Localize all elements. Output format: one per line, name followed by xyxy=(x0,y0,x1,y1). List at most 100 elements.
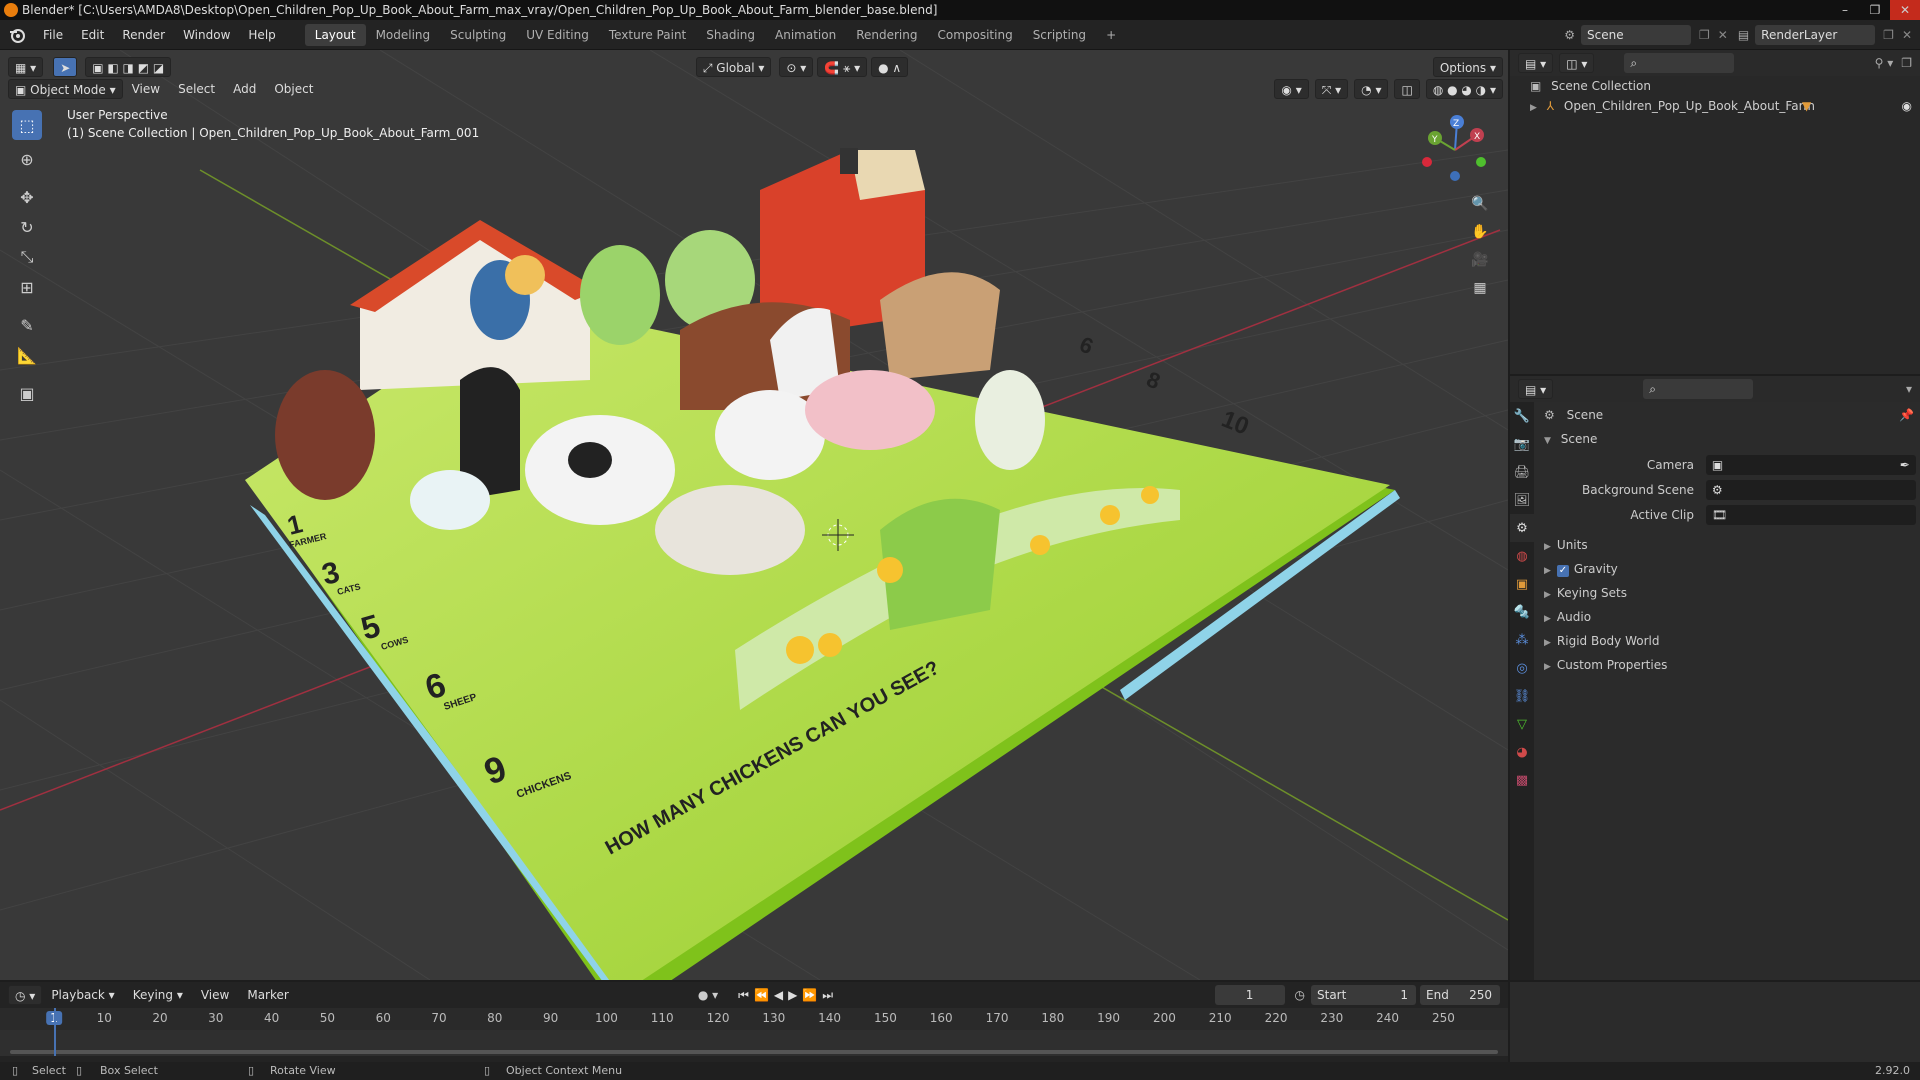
data-tab-icon[interactable]: ▽ xyxy=(1510,710,1534,738)
menu-file[interactable]: File xyxy=(34,20,72,50)
keying-sets-panel[interactable]: ▶ Keying Sets xyxy=(1544,582,1914,604)
timeline-scrollbar[interactable] xyxy=(10,1050,1498,1054)
active-clip-field[interactable]: 🎞 xyxy=(1705,505,1916,525)
outliner-row-scene-collection[interactable]: ▣ Scene Collection xyxy=(1510,76,1920,96)
properties-search-input[interactable]: ⌕ xyxy=(1643,379,1754,399)
scene-selector[interactable]: Scene xyxy=(1581,25,1691,45)
camera-view-icon[interactable]: 🎥 xyxy=(1467,246,1493,274)
timeline-menu-view[interactable]: View xyxy=(192,982,238,1008)
record-button[interactable]: ● ▾ xyxy=(698,988,718,1002)
xray-toggle[interactable]: ◫ xyxy=(1394,79,1420,99)
delete-scene-icon[interactable]: ✕ xyxy=(1718,28,1728,42)
workspace-tab-layout[interactable]: Layout xyxy=(304,23,366,46)
expand-arrow-icon[interactable]: ▶ xyxy=(1544,662,1551,672)
menu-edit[interactable]: Edit xyxy=(72,20,113,50)
object-tab-icon[interactable]: ▣ xyxy=(1510,570,1534,598)
eyedropper-icon[interactable]: ✒ xyxy=(1900,455,1910,475)
viewport-menu-add[interactable]: Add xyxy=(224,77,265,101)
custom-properties-panel[interactable]: ▶ Custom Properties xyxy=(1544,654,1914,676)
preview-range-icon[interactable]: ◷ xyxy=(1295,988,1305,1002)
audio-panel[interactable]: ▶ Audio xyxy=(1544,606,1914,628)
tool-tab-icon[interactable]: 🔧 xyxy=(1510,402,1534,430)
filter-icon[interactable]: ⚲ ▾ xyxy=(1875,56,1894,70)
viewport-menu-view[interactable]: View xyxy=(123,77,169,101)
proportional-edit-button[interactable]: ● ∧ xyxy=(871,57,909,77)
timeline-menu-marker[interactable]: Marker xyxy=(238,982,297,1008)
properties-editor-type[interactable]: ▤ ▾ xyxy=(1518,379,1554,399)
3d-viewport[interactable]: HOW MANY CHICKENS CAN YOU SEE? 1 FARMER … xyxy=(0,50,1508,980)
transform-tool[interactable]: ⊞ xyxy=(12,272,42,302)
expand-arrow-icon[interactable]: ▶ xyxy=(1544,614,1551,624)
physics-tab-icon[interactable]: ◎ xyxy=(1510,654,1534,682)
visibility-dropdown[interactable]: ◉ ▾ xyxy=(1274,79,1309,99)
scene-panel-header[interactable]: ▼ Scene xyxy=(1544,428,1914,450)
navigation-gizmo[interactable]: Z Y X xyxy=(1415,110,1495,190)
timeline-editor-type[interactable]: ◷ ▾ xyxy=(8,985,43,1005)
render-tab-icon[interactable]: 📷 xyxy=(1510,430,1534,458)
shading-mode-buttons[interactable]: ◍ ● ◕ ◑ ▾ xyxy=(1425,79,1503,99)
menu-help[interactable]: Help xyxy=(239,20,284,50)
workspace-tab-animation[interactable]: Animation xyxy=(765,24,846,46)
zoom-icon[interactable]: 🔍 xyxy=(1467,190,1493,218)
add-cube-tool[interactable]: ▣ xyxy=(12,378,42,408)
workspace-tab-scripting[interactable]: Scripting xyxy=(1023,24,1096,46)
pin-icon[interactable]: 📌 xyxy=(1899,404,1914,426)
output-tab-icon[interactable]: 🖨 xyxy=(1510,458,1534,486)
rigid-body-world-panel[interactable]: ▶ Rigid Body World xyxy=(1544,630,1914,652)
material-tab-icon[interactable]: ◕ xyxy=(1510,738,1534,766)
new-scene-icon[interactable]: ❐ xyxy=(1699,28,1710,42)
workspace-tab-uv-editing[interactable]: UV Editing xyxy=(516,24,599,46)
timeline-track-area[interactable] xyxy=(0,1030,1508,1056)
texture-tab-icon[interactable]: ▩ xyxy=(1510,766,1534,794)
scene-tab-icon[interactable]: ⚙ xyxy=(1510,514,1534,542)
outliner-display-mode[interactable]: ◫ ▾ xyxy=(1559,53,1595,73)
viewport-menu-object[interactable]: Object xyxy=(265,77,322,101)
collapse-arrow-icon[interactable]: ▼ xyxy=(1544,436,1551,446)
select-box-tool[interactable]: ⬚ xyxy=(12,110,42,140)
maximize-button[interactable]: ❐ xyxy=(1860,0,1890,20)
start-frame-field[interactable]: Start 1 xyxy=(1311,985,1416,1005)
gizmo-toggle[interactable]: ⤧ ▾ xyxy=(1314,79,1349,99)
measure-tool[interactable]: 📐 xyxy=(12,340,42,370)
expand-arrow-icon[interactable]: ▶ xyxy=(1544,638,1551,648)
background-scene-field[interactable]: ⚙ xyxy=(1705,480,1916,500)
expand-arrow-icon[interactable]: ▶ xyxy=(1544,542,1551,552)
move-tool[interactable]: ✥ xyxy=(12,182,42,212)
cursor-tool[interactable]: ⊕ xyxy=(12,144,42,174)
close-button[interactable]: ✕ xyxy=(1890,0,1920,20)
timeline-menu-keying[interactable]: Keying ▾ xyxy=(124,982,192,1008)
particles-tab-icon[interactable]: ⁂ xyxy=(1510,626,1534,654)
pan-hand-icon[interactable]: ✋ xyxy=(1467,218,1493,246)
workspace-tab-shading[interactable]: Shading xyxy=(696,24,765,46)
expand-arrow-icon[interactable]: ▶ xyxy=(1544,566,1551,576)
timeline-ruler[interactable]: 1102030405060708090100110120130140150160… xyxy=(0,1008,1508,1030)
overlays-toggle[interactable]: ◔ ▾ xyxy=(1354,79,1389,99)
workspace-tab-rendering[interactable]: Rendering xyxy=(846,24,927,46)
view-layer-tab-icon[interactable]: 🖼 xyxy=(1510,486,1534,514)
properties-options-icon[interactable]: ▾ xyxy=(1906,382,1912,396)
pivot-point-dropdown[interactable]: ⊙ ▾ xyxy=(779,57,814,77)
workspace-tab-sculpting[interactable]: Sculpting xyxy=(440,24,516,46)
mode-dropdown[interactable]: ▣ Object Mode ▾ xyxy=(8,79,123,99)
workspace-tab-compositing[interactable]: Compositing xyxy=(927,24,1022,46)
options-dropdown[interactable]: Options ▾ xyxy=(1432,57,1503,77)
units-panel[interactable]: ▶ Units xyxy=(1544,534,1914,556)
workspace-tab-texture-paint[interactable]: Texture Paint xyxy=(599,24,696,46)
select-tool-button[interactable]: ➤ xyxy=(53,57,78,77)
snap-dropdown[interactable]: 🧲 ⚹ ▾ xyxy=(817,57,868,77)
constraints-tab-icon[interactable]: ⛓ xyxy=(1510,682,1534,710)
editor-type-button[interactable]: ▦ ▾ xyxy=(8,57,44,77)
outliner-editor-type[interactable]: ▤ ▾ xyxy=(1518,53,1554,73)
add-workspace-button[interactable]: + xyxy=(1096,24,1126,46)
grid-ortho-icon[interactable]: ▦ xyxy=(1467,274,1493,302)
world-tab-icon[interactable]: ◍ xyxy=(1510,542,1534,570)
delete-renderlayer-icon[interactable]: ✕ xyxy=(1902,28,1912,42)
renderlayer-selector[interactable]: RenderLayer xyxy=(1755,25,1876,45)
gravity-panel[interactable]: ▶ ✓ Gravity xyxy=(1544,558,1914,580)
new-collection-icon[interactable]: ❐ xyxy=(1901,56,1912,70)
selection-mode-buttons[interactable]: ▣ ◧ ◨ ◩ ◪ xyxy=(85,57,172,77)
gravity-checkbox[interactable]: ✓ xyxy=(1556,565,1569,577)
minimize-button[interactable]: – xyxy=(1830,0,1860,20)
rotate-tool[interactable]: ↻ xyxy=(12,212,42,242)
annotate-tool[interactable]: ✎ xyxy=(12,310,42,340)
